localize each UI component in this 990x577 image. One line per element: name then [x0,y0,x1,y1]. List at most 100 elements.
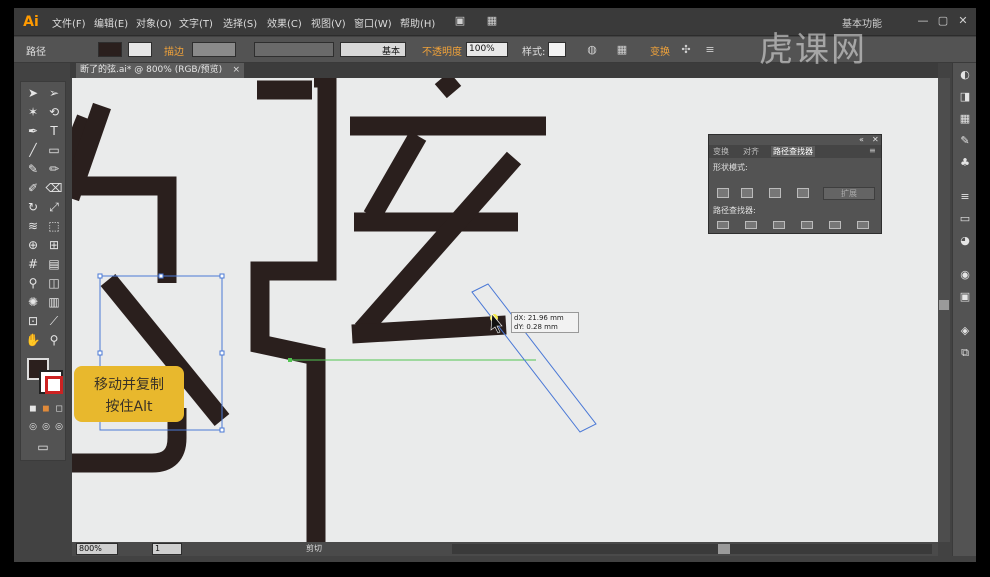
color-guide-icon[interactable]: ◨ [956,89,974,105]
panel-menu-icon[interactable]: ≡ [869,146,876,155]
eyedropper-tool-icon[interactable]: ⚲ [23,274,43,292]
menu-edit[interactable]: 编辑(E) [94,15,128,30]
free-transform-tool-icon[interactable]: ⬚ [44,217,64,235]
column-graph-tool-icon[interactable]: ▥ [44,293,64,311]
stroke-right-top-mark [434,78,462,99]
intersect-button[interactable] [769,188,781,198]
align-icon[interactable]: ▦ [614,42,630,58]
unite-button[interactable] [717,188,729,198]
outline-button[interactable] [829,221,841,229]
menu-object[interactable]: 对象(O) [136,15,172,30]
scale-tool-icon[interactable]: ⤢ [44,198,64,216]
recolor-icon[interactable]: ◍ [584,42,600,58]
direct-selection-tool-icon[interactable]: ➢ [44,84,64,102]
panel-menu-icon[interactable]: ≡ [702,42,718,58]
opacity-input[interactable]: 100% [466,42,508,57]
layers-icon[interactable]: ◈ [956,323,974,339]
draw-inside-icon[interactable]: ◎ [49,418,69,436]
gradient-panel-icon[interactable]: ▭ [956,211,974,227]
paintbrush-tool-icon[interactable]: ✎ [23,160,43,178]
rectangle-tool-icon[interactable]: ▭ [44,141,64,159]
mesh-tool-icon[interactable]: # [23,255,43,273]
tab-pathfinder[interactable]: 路径查找器 [771,146,815,157]
tab-align[interactable]: 对齐 [743,146,759,157]
arrange-documents-icon[interactable]: ▦ [484,13,500,29]
stroke-color-dropdown[interactable] [128,42,152,57]
lasso-tool-icon[interactable]: ⟲ [44,103,64,121]
selection-type-label: 路径 [26,47,46,58]
isolate-icon[interactable]: ✣ [678,42,694,58]
fill-color-dropdown[interactable] [98,42,122,57]
menu-type[interactable]: 文字(T) [179,15,213,30]
gradient-tool-icon[interactable]: ▤ [44,255,64,273]
variable-width-profile[interactable] [254,42,334,57]
pencil-tool-icon[interactable]: ✏ [44,160,64,178]
color-panel-icon[interactable]: ◐ [956,67,974,83]
eraser-tool-icon[interactable]: ⌫ [44,179,64,197]
tab-transform[interactable]: 变换 [713,146,729,157]
opacity-label[interactable]: 不透明度 [422,43,462,58]
none-mode-icon[interactable]: ◻ [49,400,69,418]
pen-tool-icon[interactable]: ✒ [23,122,43,140]
artboards-icon[interactable]: ⧉ [956,345,974,361]
blob-brush-tool-icon[interactable]: ✐ [23,179,43,197]
symbols-icon[interactable]: ♣ [956,155,974,171]
artboard-navigator[interactable]: 1 [152,543,182,555]
perspective-grid-tool-icon[interactable]: ⊞ [44,236,64,254]
horizontal-scrollbar[interactable] [452,544,932,554]
tab-close-icon[interactable]: × [232,63,240,78]
type-tool-icon[interactable]: T [44,122,64,140]
line-tool-icon[interactable]: ╱ [23,141,43,159]
menu-view[interactable]: 视图(V) [311,15,346,30]
status-bar: 800% 1 剪切 [72,542,938,556]
menu-select[interactable]: 选择(S) [223,15,257,30]
magic-wand-tool-icon[interactable]: ✶ [23,103,43,121]
stroke-panel-icon[interactable]: ≡ [956,189,974,205]
graphic-style-swatch[interactable] [548,42,566,57]
graphic-styles-icon[interactable]: ▣ [956,289,974,305]
zoom-tool-icon[interactable]: ⚲ [44,331,64,349]
screen-mode-icon[interactable]: ▭ [33,438,53,456]
trim-button[interactable] [745,221,757,229]
swatches-icon[interactable]: ▦ [956,111,974,127]
vertical-scroll-thumb[interactable] [939,300,949,310]
menu-window[interactable]: 窗口(W) [354,15,392,30]
slice-tool-icon[interactable]: ⟋ [44,312,64,330]
transform-link[interactable]: 变换 [650,43,670,58]
symbol-sprayer-tool-icon[interactable]: ✺ [23,293,43,311]
exclude-button[interactable] [797,188,809,198]
appearance-icon[interactable]: ◉ [956,267,974,283]
expand-button[interactable]: 扩展 [823,187,875,200]
document-tab[interactable]: 断了的弦.ai* @ 800% (RGB/预览) × [76,63,244,78]
menu-file[interactable]: 文件(F) [52,15,86,30]
selection-tool-icon[interactable]: ➤ [23,84,43,102]
crop-button[interactable] [801,221,813,229]
stroke-swatch[interactable] [39,370,63,394]
rotate-tool-icon[interactable]: ↻ [23,198,43,216]
warp-tool-icon[interactable]: ≋ [23,217,43,235]
hand-tool-icon[interactable]: ✋ [23,331,43,349]
blend-tool-icon[interactable]: ◫ [44,274,64,292]
brushes-icon[interactable]: ✎ [956,133,974,149]
shape-builder-tool-icon[interactable]: ⊕ [23,236,43,254]
app-logo: Ai [23,14,39,30]
panel-close-icon[interactable]: ✕ [872,135,879,144]
panel-collapse-icon[interactable]: « [859,135,864,144]
vertical-scrollbar[interactable] [938,78,950,542]
guide-anchor [288,358,292,362]
menu-effect[interactable]: 效果(C) [267,15,302,30]
artboard-tool-icon[interactable]: ⊡ [23,312,43,330]
transparency-icon[interactable]: ◕ [956,233,974,249]
stroke-label[interactable]: 描边 [164,43,184,58]
stroke-weight-field[interactable] [192,42,236,57]
minus-back-button[interactable] [857,221,869,229]
pathfinder-tabs: 变换 对齐 路径查找器 ≡ [709,145,881,158]
copy-preview-outline [471,283,597,433]
horizontal-scroll-thumb[interactable] [718,544,730,554]
bridge-icon[interactable]: ▣ [452,13,468,29]
divide-button[interactable] [717,221,729,229]
merge-button[interactable] [773,221,785,229]
menu-help[interactable]: 帮助(H) [400,15,435,30]
zoom-field[interactable]: 800% [76,543,118,555]
minus-front-button[interactable] [741,188,753,198]
